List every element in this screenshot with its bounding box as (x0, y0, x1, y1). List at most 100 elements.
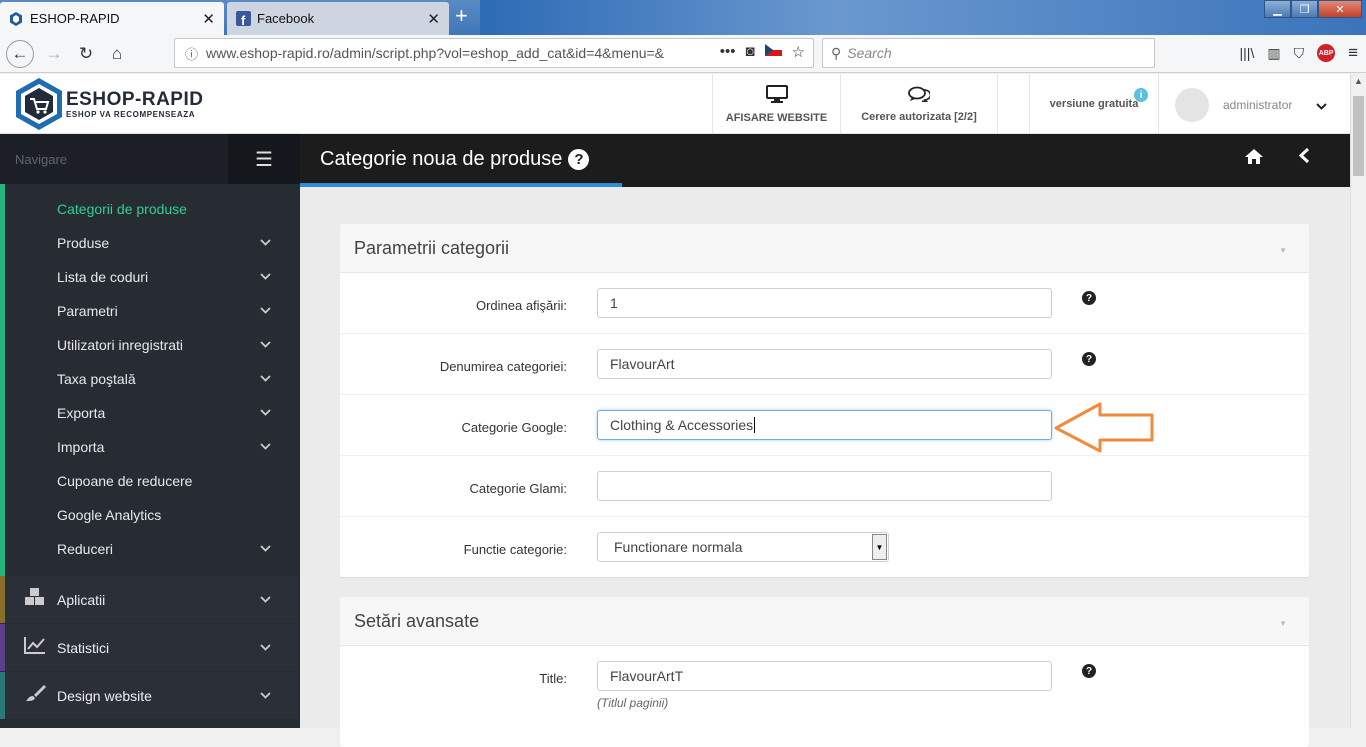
sidebar-item-exporta[interactable]: Exporta (57, 396, 277, 430)
chevron-down-icon (260, 543, 271, 555)
section-color-bar (0, 624, 5, 671)
new-tab-icon[interactable]: + (455, 4, 468, 28)
dropdown-arrow-icon[interactable]: ▼ (872, 534, 887, 560)
menu-icon[interactable]: ≡ (1348, 43, 1358, 63)
version-button[interactable]: i versiune gratuita (1029, 74, 1159, 134)
home-icon[interactable] (1244, 148, 1264, 171)
user-menu[interactable]: administrator (1175, 88, 1328, 122)
close-window-icon[interactable]: ✕ (1318, 0, 1362, 18)
chart-icon (24, 636, 46, 659)
maximize-icon[interactable]: ❐ (1291, 0, 1318, 18)
tab-title: ESHOP-RAPID (30, 11, 120, 26)
sidebar-item-cupoane-de-reducere[interactable]: Cupoane de reducere (57, 464, 277, 498)
browser-toolbar: |||\ ▥ ⛉ ABP ≡ (1240, 43, 1358, 63)
close-tab-icon[interactable]: ✕ (202, 10, 215, 28)
help-icon[interactable]: ? (1082, 291, 1096, 305)
panel-title: Setări avansate (354, 611, 480, 631)
panel-category-parameters: Parametrii categorii ▼ Ordinea afişării:… (340, 224, 1309, 577)
help-icon[interactable]: ? (1082, 352, 1096, 366)
logo[interactable]: ESHOP-RAPID ESHOP VA RECOMPENSEAZA (14, 77, 203, 131)
category-function-select[interactable]: Functionare normala ▼ (597, 532, 889, 562)
scroll-thumb[interactable] (1353, 96, 1364, 176)
title-input[interactable]: FlavourArtT (597, 661, 1052, 691)
sidebar-item-label: Produse (57, 235, 110, 251)
cubes-icon (24, 588, 46, 611)
home-icon[interactable]: ⌂ (103, 40, 131, 68)
close-tab-icon[interactable]: ✕ (427, 10, 440, 28)
titlebar-background (480, 0, 1366, 35)
brand-tagline: ESHOP VA RECOMPENSEAZA (66, 109, 196, 119)
glami-category-input[interactable] (597, 471, 1052, 501)
sidebar-item-aplicatii[interactable]: Aplicatii (0, 576, 298, 623)
sidebar-item-google-analytics[interactable]: Google Analytics (57, 498, 277, 532)
section-color-bar (0, 576, 5, 623)
browser-navbar: ← → ↻ ⌂ ⓘ www.eshop-rapid.ro/admin/scrip… (0, 35, 1366, 73)
panel-header[interactable]: Setări avansate ▼ (340, 597, 1309, 646)
sidebar-item-utilizatori-inregistrati[interactable]: Utilizatori inregistrati (57, 328, 277, 362)
chevron-down-icon (260, 594, 271, 606)
browser-tab-bar: ESHOP-RAPID ✕ f Facebook ✕ + ▁ ❐ ✕ (0, 0, 1366, 35)
library-icon[interactable]: |||\ (1240, 45, 1255, 61)
facebook-favicon-icon: f (235, 11, 251, 27)
form-row-name: Denumirea categoriei: FlavourArt ? (340, 334, 1309, 395)
sidebar-item-categorii-de-produse[interactable]: Categorii de produse (57, 192, 277, 226)
sidebar-section-label: Design website (57, 687, 152, 704)
title-hint: (Titlul paginii) (597, 696, 669, 710)
logo-cart-icon (16, 78, 62, 130)
sidebar-item-label: Taxa poştală (57, 371, 136, 387)
sidebar-item-produse[interactable]: Produse (57, 226, 277, 260)
tab-facebook[interactable]: f Facebook ✕ (227, 2, 449, 35)
help-icon[interactable]: ? (568, 149, 590, 170)
sidebar-section-label: Statistici (57, 639, 110, 656)
search-input[interactable]: ⚲ Search (822, 38, 1155, 68)
sidebar-item-taxa-po-tal-[interactable]: Taxa poştală (57, 362, 277, 396)
sidebar-item-importa[interactable]: Importa (57, 430, 277, 464)
brand-name: ESHOP-RAPID (66, 88, 204, 110)
bookmark-star-icon[interactable]: ☆ (792, 43, 805, 61)
category-name-label: Denumirea categoriei: (439, 359, 567, 374)
scroll-up-icon[interactable]: ▲ (1354, 76, 1363, 86)
ublock-icon[interactable]: ⛉ (1294, 45, 1305, 62)
page-scrollbar[interactable]: ▲ (1350, 74, 1366, 728)
pocket-icon[interactable]: ◙ (745, 43, 754, 61)
collapse-caret-icon[interactable]: ▼ (1279, 246, 1287, 255)
google-category-input[interactable]: Clothing & Accessories (597, 410, 1052, 440)
sidebar-item-parametri[interactable]: Parametri (57, 294, 277, 328)
sidebar-item-statistici[interactable]: Statistici (0, 624, 298, 671)
username: administrator (1223, 98, 1293, 112)
order-input[interactable]: 1 (597, 288, 1052, 318)
text-cursor (754, 417, 756, 433)
sidebar-item-design-website[interactable]: Design website (0, 672, 298, 719)
minimize-icon[interactable]: ▁ (1264, 0, 1291, 18)
site-info-icon[interactable]: ⓘ (185, 44, 198, 63)
info-icon: i (1134, 88, 1148, 102)
sidebar-item-lista-de-coduri[interactable]: Lista de coduri (57, 260, 277, 294)
comments-icon (908, 86, 932, 107)
sidebar-item-label: Categorii de produse (57, 201, 187, 217)
hamburger-menu-icon[interactable]: ☰ (228, 134, 300, 184)
panel-header[interactable]: Parametrii categorii ▼ (340, 224, 1309, 273)
authorization-request-button[interactable]: Cerere autorizata [2/2] (840, 74, 998, 134)
chevron-down-icon (260, 339, 271, 351)
url-bar[interactable]: ⓘ www.eshop-rapid.ro/admin/script.php?vo… (174, 38, 814, 68)
sidebar-toggle-icon[interactable]: ▥ (1267, 45, 1280, 62)
page-actions-icon[interactable]: ••• (720, 43, 736, 61)
sidebar-item-reduceri[interactable]: Reduceri (57, 532, 277, 566)
forward-icon[interactable]: → (40, 40, 68, 68)
back-arrow-icon[interactable] (1298, 147, 1310, 170)
category-name-input[interactable]: FlavourArt (597, 349, 1052, 379)
flag-cz-icon (764, 43, 782, 61)
collapse-caret-icon[interactable]: ▼ (1279, 619, 1287, 628)
help-icon[interactable]: ? (1082, 664, 1096, 678)
view-website-button[interactable]: AFISARE WEBSITE (712, 74, 840, 134)
tab-eshop-rapid[interactable]: ESHOP-RAPID ✕ (0, 2, 224, 35)
page-titlebar: Categorie noua de produse ? (300, 134, 1350, 187)
back-icon[interactable]: ← (6, 40, 34, 68)
authorization-request-label: Cerere autorizata [2/2] (861, 110, 977, 123)
reload-icon[interactable]: ↻ (72, 40, 100, 68)
search-placeholder: Search (847, 45, 892, 61)
version-label: versiune gratuita (1049, 98, 1139, 110)
order-label: Ordinea afişării: (475, 298, 567, 313)
form-row-order: Ordinea afişării: 1 ? (340, 273, 1309, 334)
adblock-icon[interactable]: ABP (1317, 44, 1336, 62)
